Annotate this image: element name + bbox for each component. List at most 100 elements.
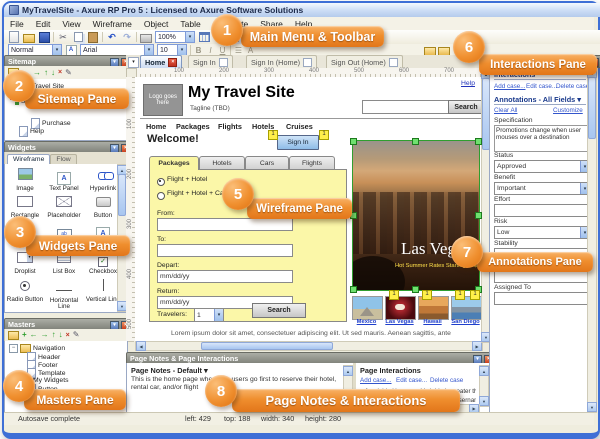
widget-text-panel[interactable]: A Text Panel bbox=[45, 167, 83, 193]
menu-wireframe[interactable]: Wireframe bbox=[87, 19, 138, 29]
zoom-select[interactable]: 100% ▾ bbox=[155, 31, 195, 43]
scroll-down-icon[interactable]: ▼ bbox=[587, 402, 597, 412]
tab-wireframe[interactable]: Wireframe bbox=[7, 154, 51, 164]
site-search-input[interactable] bbox=[362, 100, 452, 114]
status-select[interactable]: Approved ▾ bbox=[494, 160, 590, 173]
interactions-pane-scrollbar[interactable]: ▲ ▼ bbox=[587, 67, 597, 413]
booking-tab-packages[interactable]: Packages bbox=[149, 156, 199, 170]
selection-handle[interactable] bbox=[350, 138, 357, 145]
effort-input[interactable] bbox=[494, 204, 592, 217]
tab-sign-out-home[interactable]: Sign Out (Home) bbox=[326, 55, 403, 69]
thumbnail-mexico[interactable] bbox=[352, 296, 383, 320]
thumbnail-link-las-vegas[interactable]: Las Vegas bbox=[385, 319, 414, 325]
booking-tab-flights[interactable]: Flights bbox=[289, 156, 335, 170]
scroll-down-icon[interactable]: ▼ bbox=[479, 396, 489, 406]
site-search-button[interactable]: Search bbox=[448, 100, 484, 114]
nav-packages[interactable]: Packages bbox=[176, 122, 210, 131]
help-link[interactable]: Help bbox=[461, 80, 475, 87]
tab-list-dropdown-icon[interactable]: ▾ bbox=[128, 57, 139, 68]
move-up-icon[interactable]: ↑ bbox=[44, 68, 48, 77]
new-icon[interactable] bbox=[8, 31, 20, 43]
logo-placeholder[interactable]: Logo goes here bbox=[143, 84, 183, 116]
close-tab-icon[interactable] bbox=[218, 58, 228, 67]
delete-icon[interactable]: × bbox=[66, 332, 70, 339]
to-input[interactable] bbox=[157, 244, 293, 257]
add-master-icon[interactable]: + bbox=[22, 331, 27, 339]
selection-handle[interactable] bbox=[475, 212, 482, 219]
tab-sign-in[interactable]: Sign In bbox=[188, 55, 233, 69]
annotation-marker[interactable]: 1 bbox=[470, 290, 480, 300]
promo-image-las-vegas[interactable]: Las Vegas Hot Summer Rates Starting at $… bbox=[352, 140, 480, 291]
sign-in-button[interactable]: Sign In bbox=[277, 135, 319, 150]
thumbnail-link-hawaii[interactable]: Hawaii bbox=[418, 319, 447, 325]
canvas-horizontal-scrollbar[interactable]: ◀ ▶ bbox=[135, 341, 483, 351]
move-up-icon[interactable]: ↑ bbox=[52, 331, 56, 339]
copy-icon[interactable] bbox=[72, 32, 84, 43]
menu-file[interactable]: File bbox=[4, 19, 30, 29]
tab-home[interactable]: Home × bbox=[140, 55, 183, 69]
scroll-up-icon[interactable]: ▲ bbox=[343, 366, 353, 376]
move-down-icon[interactable]: ↓ bbox=[51, 68, 55, 77]
widget-horizontal-line[interactable]: Horizontal Line bbox=[45, 278, 83, 311]
scrollbar-thumb[interactable] bbox=[201, 342, 333, 350]
scroll-up-icon[interactable]: ▲ bbox=[479, 366, 489, 376]
tab-flow[interactable]: Flow bbox=[50, 154, 77, 164]
bold-icon[interactable]: B bbox=[194, 46, 203, 55]
specification-textarea[interactable]: Promotions change when user mouses over … bbox=[494, 125, 590, 152]
paste-icon[interactable] bbox=[87, 31, 99, 43]
annotation-marker[interactable]: 1 bbox=[319, 130, 329, 140]
clear-all-link[interactable]: Clear All bbox=[494, 107, 517, 114]
annotation-marker[interactable]: 1 bbox=[268, 130, 278, 140]
print-icon[interactable] bbox=[140, 32, 152, 43]
annotation-marker[interactable]: 1 bbox=[422, 290, 432, 300]
nav-cruises[interactable]: Cruises bbox=[286, 122, 313, 131]
radio-flight-hotel[interactable] bbox=[157, 178, 165, 186]
menu-object[interactable]: Object bbox=[138, 19, 175, 29]
redo-icon[interactable]: ↷ bbox=[121, 32, 133, 43]
selection-handle[interactable] bbox=[350, 286, 357, 293]
thumbnail-link-san-diego[interactable]: San Diego bbox=[451, 319, 480, 325]
customize-link[interactable]: Customize bbox=[553, 107, 583, 114]
move-down-icon[interactable]: ↓ bbox=[59, 331, 63, 339]
add-case-link[interactable]: Add case... bbox=[494, 83, 526, 90]
edit-case-link[interactable]: Edit case... bbox=[526, 83, 557, 90]
selection-handle[interactable] bbox=[475, 138, 482, 145]
widget-image[interactable]: Image bbox=[6, 167, 44, 193]
save-icon[interactable] bbox=[38, 31, 50, 43]
menu-edit[interactable]: Edit bbox=[30, 19, 57, 29]
move-left-icon[interactable]: ← bbox=[30, 331, 38, 339]
page-edit-case-link[interactable]: Edit case... bbox=[396, 377, 427, 384]
align-left-icon[interactable]: ☰ bbox=[234, 46, 243, 55]
scrollbar-thumb[interactable] bbox=[118, 174, 126, 216]
cut-icon[interactable]: ✂ bbox=[57, 32, 69, 43]
depart-input[interactable]: mm/dd/yy bbox=[157, 270, 293, 283]
selection-handle[interactable] bbox=[412, 138, 419, 145]
widget-rectangle[interactable]: Rectangle bbox=[6, 194, 44, 220]
thumbnail-link-mexico[interactable]: Mexico bbox=[352, 319, 381, 325]
delete-icon[interactable]: × bbox=[58, 69, 62, 76]
italic-icon[interactable]: I bbox=[206, 46, 215, 55]
sitemap-item[interactable]: Help bbox=[19, 126, 44, 137]
booking-tab-cars[interactable]: Cars bbox=[245, 156, 289, 170]
tab-sign-in-home[interactable]: Sign In (Home) bbox=[246, 55, 318, 69]
new-folder-icon[interactable] bbox=[8, 330, 19, 340]
widget-radio-button[interactable]: Radio Button bbox=[6, 278, 44, 304]
risk-select[interactable]: Low ▾ bbox=[494, 226, 590, 239]
nav-home[interactable]: Home bbox=[146, 122, 166, 131]
close-tab-icon[interactable] bbox=[388, 58, 398, 67]
move-right-icon[interactable]: → bbox=[41, 331, 49, 339]
delete-case-link[interactable]: Delete case bbox=[556, 83, 589, 90]
widget-placeholder[interactable]: Placeholder bbox=[45, 194, 83, 220]
table-icon[interactable] bbox=[198, 32, 210, 43]
edit-icon[interactable]: ✎ bbox=[65, 68, 72, 77]
page-interactions-vscrollbar[interactable]: ▲ ▼ bbox=[479, 365, 489, 407]
edit-icon[interactable]: ✎ bbox=[73, 331, 80, 339]
form-search-button[interactable]: Search bbox=[252, 303, 306, 318]
from-input[interactable] bbox=[157, 218, 293, 231]
annotation-marker[interactable]: 1 bbox=[389, 290, 399, 300]
close-tab-icon[interactable] bbox=[303, 58, 313, 67]
travelers-select[interactable]: 1 ▾ bbox=[194, 308, 224, 322]
move-right-icon[interactable]: → bbox=[33, 68, 41, 77]
selection-handle[interactable] bbox=[412, 286, 419, 293]
radio-flight-hotel-car[interactable] bbox=[157, 192, 165, 200]
